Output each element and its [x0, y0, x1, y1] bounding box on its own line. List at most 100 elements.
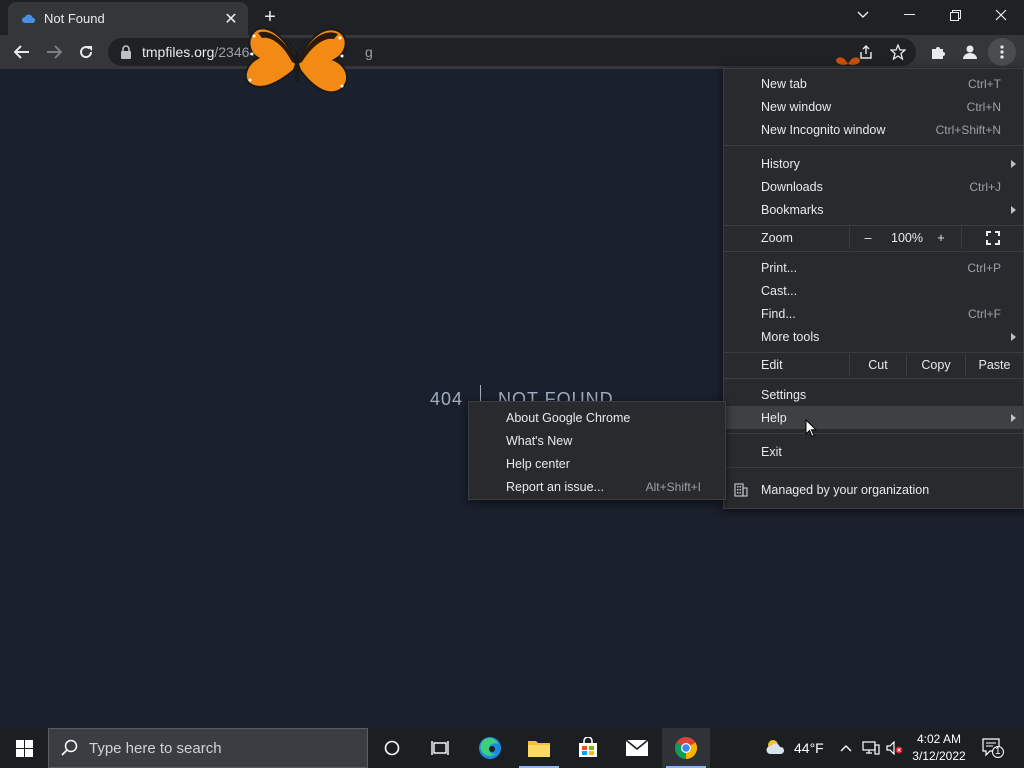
url-tail: g: [364, 44, 373, 60]
address-bar[interactable]: tmpfiles.org/234646 g: [108, 38, 916, 66]
submenu-arrow-icon: [1011, 413, 1016, 422]
submenu-arrow-icon: [1011, 332, 1016, 341]
windows-start-icon[interactable]: [0, 728, 48, 768]
system-clock[interactable]: 4:02 AM 3/12/2022: [904, 731, 974, 765]
taskbar-search-box[interactable]: Type here to search: [48, 728, 368, 768]
bookmark-star-icon[interactable]: [884, 38, 912, 66]
menu-separator: [724, 145, 1023, 146]
windows-taskbar: Type here to search 44°F 4:02 AM 3/12/20…: [0, 728, 1024, 768]
cloud-icon: [22, 14, 36, 24]
forward-button[interactable]: [40, 38, 68, 66]
back-button[interactable]: [8, 38, 36, 66]
divider: [849, 227, 850, 249]
edit-row: Edit Cut Copy Paste: [724, 354, 1023, 376]
tab-not-found[interactable]: Not Found ✕: [8, 2, 248, 35]
butterfly-icon: [244, 27, 349, 94]
error-code: 404: [430, 389, 464, 409]
submenu-label: What's New: [506, 433, 573, 448]
submenu-item-report-issue[interactable]: Report an issue... Alt+Shift+I: [469, 475, 725, 498]
menu-item-exit[interactable]: Exit: [724, 440, 1023, 463]
menu-separator: [724, 467, 1023, 468]
menu-shortcut: Ctrl+N: [966, 99, 1001, 114]
menu-label: Print...: [761, 260, 798, 275]
menu-shortcut: Ctrl+P: [967, 260, 1001, 275]
clock-time: 4:02 AM: [916, 732, 962, 746]
managed-by-organization[interactable]: Managed by your organization: [724, 476, 1023, 504]
submenu-label: About Google Chrome: [506, 410, 631, 425]
tab-search-icon[interactable]: [840, 0, 886, 30]
menu-separator: [724, 378, 1023, 379]
close-window-button[interactable]: [978, 0, 1024, 30]
zoom-row: Zoom – 100% +: [724, 227, 1023, 249]
menu-label: Bookmarks: [761, 202, 824, 217]
menu-item-new-incognito-window[interactable]: New Incognito window Ctrl+Shift+N: [724, 118, 1023, 141]
zoom-out-button[interactable]: –: [854, 227, 882, 249]
menu-label: Cast...: [761, 283, 798, 298]
menu-item-downloads[interactable]: Downloads Ctrl+J: [724, 175, 1023, 198]
menu-label: Settings: [761, 387, 807, 402]
edge-icon[interactable]: [466, 728, 514, 768]
edit-label: Edit: [761, 358, 783, 372]
menu-item-new-tab[interactable]: New tab Ctrl+T: [724, 72, 1023, 95]
paste-button[interactable]: Paste: [966, 354, 1023, 376]
file-explorer-icon[interactable]: [515, 728, 563, 768]
cut-button[interactable]: Cut: [850, 354, 906, 376]
menu-item-help[interactable]: Help: [724, 406, 1023, 429]
url-host: tmpfiles.org: [142, 44, 215, 60]
mouse-cursor-icon: [805, 419, 817, 438]
search-placeholder: Type here to search: [89, 739, 222, 757]
zoom-in-button[interactable]: +: [932, 227, 950, 249]
minimize-button[interactable]: [886, 0, 932, 30]
menu-item-print[interactable]: Print... Ctrl+P: [724, 256, 1023, 279]
restore-button[interactable]: [932, 0, 978, 30]
menu-label: Exit: [761, 444, 782, 459]
submenu-item-whats-new[interactable]: What's New: [469, 429, 725, 452]
microsoft-store-icon[interactable]: [564, 728, 612, 768]
menu-shortcut: Ctrl+F: [968, 306, 1001, 321]
tray-chevron-icon[interactable]: [840, 728, 852, 768]
building-icon: [734, 483, 748, 497]
menu-item-more-tools[interactable]: More tools: [724, 325, 1023, 348]
chrome-taskbar-icon[interactable]: [662, 728, 710, 768]
task-view-icon[interactable]: [416, 728, 464, 768]
fullscreen-icon[interactable]: [962, 227, 1023, 249]
menu-label: More tools: [761, 329, 820, 344]
submenu-item-about-chrome[interactable]: About Google Chrome: [469, 406, 725, 429]
menu-item-history[interactable]: History: [724, 152, 1023, 175]
cortana-icon[interactable]: [368, 728, 416, 768]
menu-separator: [724, 251, 1023, 252]
profile-avatar-icon[interactable]: [956, 38, 984, 66]
weather-widget[interactable]: 44°F: [764, 728, 824, 768]
menu-label: Downloads: [761, 179, 823, 194]
submenu-arrow-icon: [1011, 159, 1016, 168]
submenu-label: Report an issue...: [506, 479, 604, 494]
copy-button[interactable]: Copy: [907, 354, 965, 376]
help-submenu: About Google Chrome What's New Help cent…: [468, 401, 726, 500]
chrome-menu-button[interactable]: [988, 38, 1016, 66]
menu-label: New tab: [761, 76, 807, 91]
weather-temperature: 44°F: [794, 740, 824, 756]
tab-title: Not Found: [44, 11, 105, 26]
reload-button[interactable]: [72, 38, 100, 66]
menu-label: History: [761, 156, 800, 171]
menu-item-bookmarks[interactable]: Bookmarks: [724, 198, 1023, 221]
submenu-arrow-icon: [1011, 205, 1016, 214]
submenu-item-help-center[interactable]: Help center: [469, 452, 725, 475]
search-icon: [61, 739, 79, 757]
menu-label: New window: [761, 99, 832, 114]
menu-item-settings[interactable]: Settings: [724, 383, 1023, 406]
network-icon[interactable]: [862, 728, 880, 768]
clock-date: 3/12/2022: [912, 749, 966, 763]
volume-muted-icon[interactable]: [886, 728, 904, 768]
menu-shortcut: Ctrl+T: [968, 76, 1001, 91]
mail-icon[interactable]: [613, 728, 661, 768]
managed-label: Managed by your organization: [761, 483, 930, 497]
lock-icon: [120, 45, 132, 59]
menu-item-find[interactable]: Find... Ctrl+F: [724, 302, 1023, 325]
menu-separator: [724, 433, 1023, 434]
menu-item-new-window[interactable]: New window Ctrl+N: [724, 95, 1023, 118]
weather-cloud-icon: [764, 738, 788, 759]
notification-center-icon[interactable]: 1: [982, 738, 1004, 758]
menu-item-cast[interactable]: Cast...: [724, 279, 1023, 302]
extensions-icon[interactable]: [924, 38, 952, 66]
